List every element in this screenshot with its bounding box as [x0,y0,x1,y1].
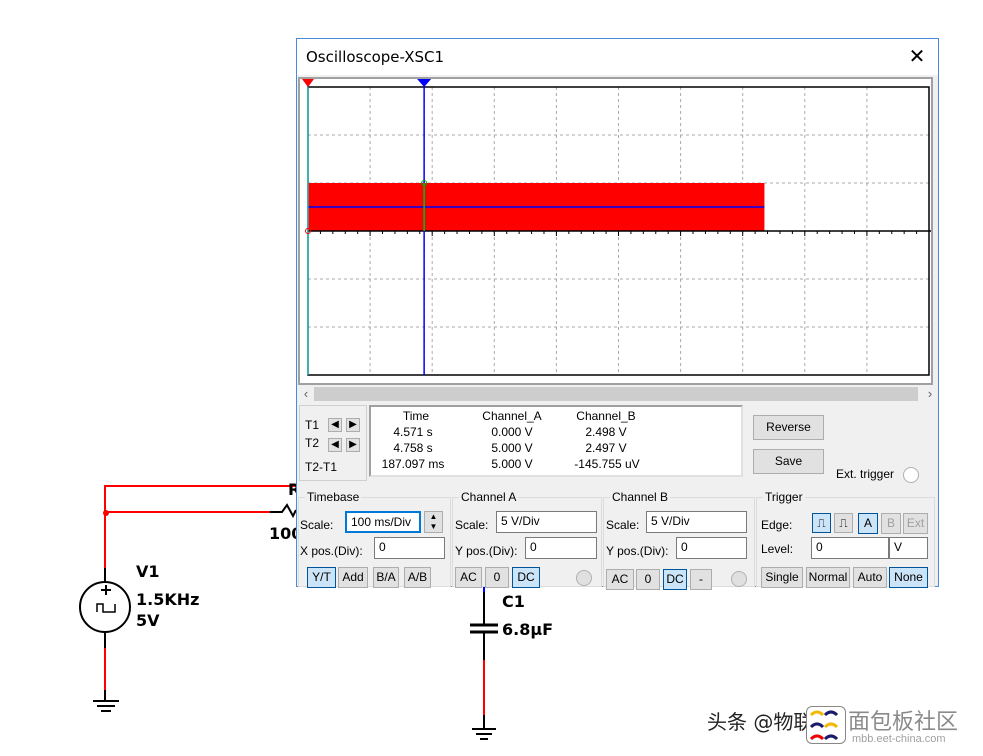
channel-a-zero-button[interactable]: 0 [485,567,509,588]
mode-ba-button[interactable]: B/A [373,567,399,588]
watermark-url: mbb.eet-china.com [852,733,946,745]
channel-a-terminal[interactable] [576,570,592,586]
t2-left-arrow-icon[interactable]: ◀ [328,438,342,452]
channel-b-zero-button[interactable]: 0 [636,569,660,590]
ext-trigger-terminal[interactable] [903,467,919,483]
save-button[interactable]: Save [753,449,824,474]
channel-a-ypos-input[interactable]: 0 [525,537,597,559]
trigger-source-a-button[interactable]: A [858,513,878,534]
timebase-scale-label: Scale: [300,518,334,532]
header-time: Time [402,409,430,423]
watermark-logo-text: 面包板社区 [848,710,959,735]
channel-a-ypos-label: Y pos.(Div): [455,544,518,558]
delta-channel-a: 5.000 V [491,457,533,471]
ext-trigger-label: Ext. trigger [836,467,895,481]
trigger-source-b-button[interactable]: B [881,513,901,534]
level-unit-select[interactable]: V [889,537,928,559]
junction-dot [103,510,109,516]
channel-b-title: Channel B [610,490,671,504]
trigger-group: Trigger Edge: ⎍ ⎍ A B Ext Level: 0 V Sin… [756,490,935,588]
xpos-input[interactable]: 0 [374,537,445,559]
level-label: Level: [761,542,794,556]
channel-a-title: Channel A [459,490,519,504]
edge-label: Edge: [761,518,793,532]
level-input[interactable]: 0 [811,537,889,559]
t2-right-arrow-icon[interactable]: ▶ [346,438,360,452]
channel-b-group: Channel B Scale: 5 V/Div Y pos.(Div): 0 … [603,490,755,590]
t1-right-arrow-icon[interactable]: ▶ [346,418,360,432]
oscilloscope-window: Oscilloscope-XSC1 ✕ ‹ › T1 ◀ ▶ T2 ◀ ▶ T2… [296,38,939,590]
channel-a-dc-button[interactable]: DC [512,567,540,588]
channel-b-ypos-input[interactable]: 0 [676,537,747,559]
window-title: Oscilloscope-XSC1 [306,48,445,66]
scrollbar-thumb[interactable] [314,387,918,401]
scope-display[interactable] [298,77,933,385]
scroll-left-icon[interactable]: ‹ [298,386,314,402]
t1-channel-a: 0.000 V [491,425,533,439]
watermark-logo [806,706,846,744]
channel-a-ac-button[interactable]: AC [455,567,482,588]
channel-b-scale-label: Scale: [606,518,640,532]
rising-edge-icon[interactable]: ⎍ [812,513,831,533]
trigger-normal-button[interactable]: Normal [806,567,850,588]
mode-ab-button[interactable]: A/B [404,567,431,588]
channel-a-group: Channel A Scale: 5 V/Div Y pos.(Div): 0 … [452,490,602,588]
scope-graph [302,79,933,376]
source-amplitude: 5V [136,611,160,630]
source-name: V1 [136,562,160,581]
delta-channel-b: -145.755 uV [574,457,640,471]
t2-time: 4.758 s [393,441,433,455]
capacitor-name: C1 [502,592,525,611]
channel-a-scale-label: Scale: [455,518,489,532]
t1-left-arrow-icon[interactable]: ◀ [328,418,342,432]
title-bar[interactable]: Oscilloscope-XSC1 ✕ [297,39,938,75]
t1-channel-b: 2.498 V [585,425,627,439]
mode-yt-button[interactable]: Y/T [307,567,336,588]
channel-b-scale-input[interactable]: 5 V/Div [646,511,747,533]
timebase-spinner[interactable]: ▲ ▼ [424,511,443,533]
resistor-symbol [270,503,297,519]
trigger-none-button[interactable]: None [889,567,928,588]
t1-label: T1 [305,418,320,432]
trigger-source-ext-button[interactable]: Ext [903,513,928,534]
horizontal-scrollbar[interactable]: ‹ › [298,386,938,402]
t1-time: 4.571 s [393,425,433,439]
trigger-auto-button[interactable]: Auto [853,567,887,588]
cursor-t1-handle [302,79,314,87]
t2-label: T2 [305,436,320,450]
source-frequency: 1.5KHz [136,590,200,609]
measurement-readout: Time Channel_A Channel_B 4.571 s 0.000 V… [369,405,743,477]
channel-b-invert-button[interactable]: - [690,569,712,590]
channel-b-dc-button[interactable]: DC [663,569,687,590]
wire [104,485,296,568]
channel-b-ac-button[interactable]: AC [606,569,634,590]
timebase-scale-input[interactable]: 100 ms/Div [345,511,421,533]
t2-channel-a: 5.000 V [491,441,533,455]
cursor-t2-handle [417,79,432,87]
scroll-right-icon[interactable]: › [922,386,938,402]
t2-t1-label: T2-T1 [305,460,338,474]
channel-b-ypos-label: Y pos.(Div): [606,544,669,558]
channel-a-scale-input[interactable]: 5 V/Div [496,511,597,533]
delta-time: 187.097 ms [381,457,445,471]
timebase-title: Timebase [305,490,362,504]
header-channel-a: Channel_A [482,409,542,423]
close-icon[interactable]: ✕ [902,43,932,71]
t2-channel-b: 2.497 V [585,441,627,455]
capacitor-value: 6.8µF [502,620,554,639]
trigger-title: Trigger [763,490,805,504]
cursor-controls: T1 ◀ ▶ T2 ◀ ▶ T2-T1 [299,405,367,481]
timebase-group: Timebase Scale: 100 ms/Div ▲ ▼ X pos.(Div… [298,490,451,588]
falling-edge-icon[interactable]: ⎍ [834,513,853,533]
mode-add-button[interactable]: Add [338,567,368,588]
channel-b-terminal[interactable] [731,571,747,587]
trigger-single-button[interactable]: Single [761,567,803,588]
xpos-label: X pos.(Div): [300,544,363,558]
header-channel-b: Channel_B [576,409,636,423]
reverse-button[interactable]: Reverse [753,415,824,440]
